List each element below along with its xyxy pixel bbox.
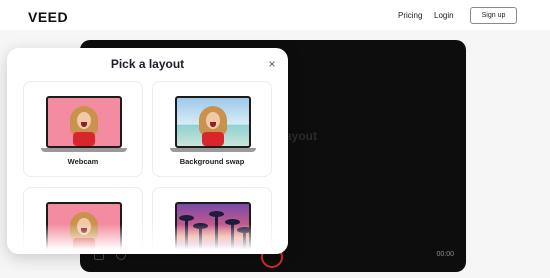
nav-link-login[interactable]: Login xyxy=(434,11,454,20)
laptop-preview xyxy=(170,96,256,154)
nav-link-pricing[interactable]: Pricing xyxy=(398,11,422,20)
recording-timer: 00:00 xyxy=(436,251,454,258)
stage-layout-title: ayout xyxy=(285,129,318,143)
layout-card-label: Background swap xyxy=(179,157,245,166)
sign-up-button[interactable]: Sign up xyxy=(470,7,517,24)
modal-title: Pick a layout xyxy=(110,57,185,71)
scroll-fade xyxy=(7,224,288,254)
layout-card-webcam[interactable]: Webcam xyxy=(23,81,143,177)
person-preview xyxy=(199,106,227,146)
layout-card-label: Webcam xyxy=(67,157,99,166)
top-navigation-bar: VEED Pricing Login Sign up xyxy=(0,0,550,30)
person-preview xyxy=(70,106,98,146)
close-icon[interactable]: × xyxy=(266,57,278,71)
layout-picker-modal: Pick a layout × Webcam Background swap xyxy=(7,48,288,254)
veed-logo[interactable]: VEED xyxy=(28,9,68,25)
layout-card-background-swap[interactable]: Background swap xyxy=(152,81,272,177)
laptop-preview xyxy=(41,96,127,154)
